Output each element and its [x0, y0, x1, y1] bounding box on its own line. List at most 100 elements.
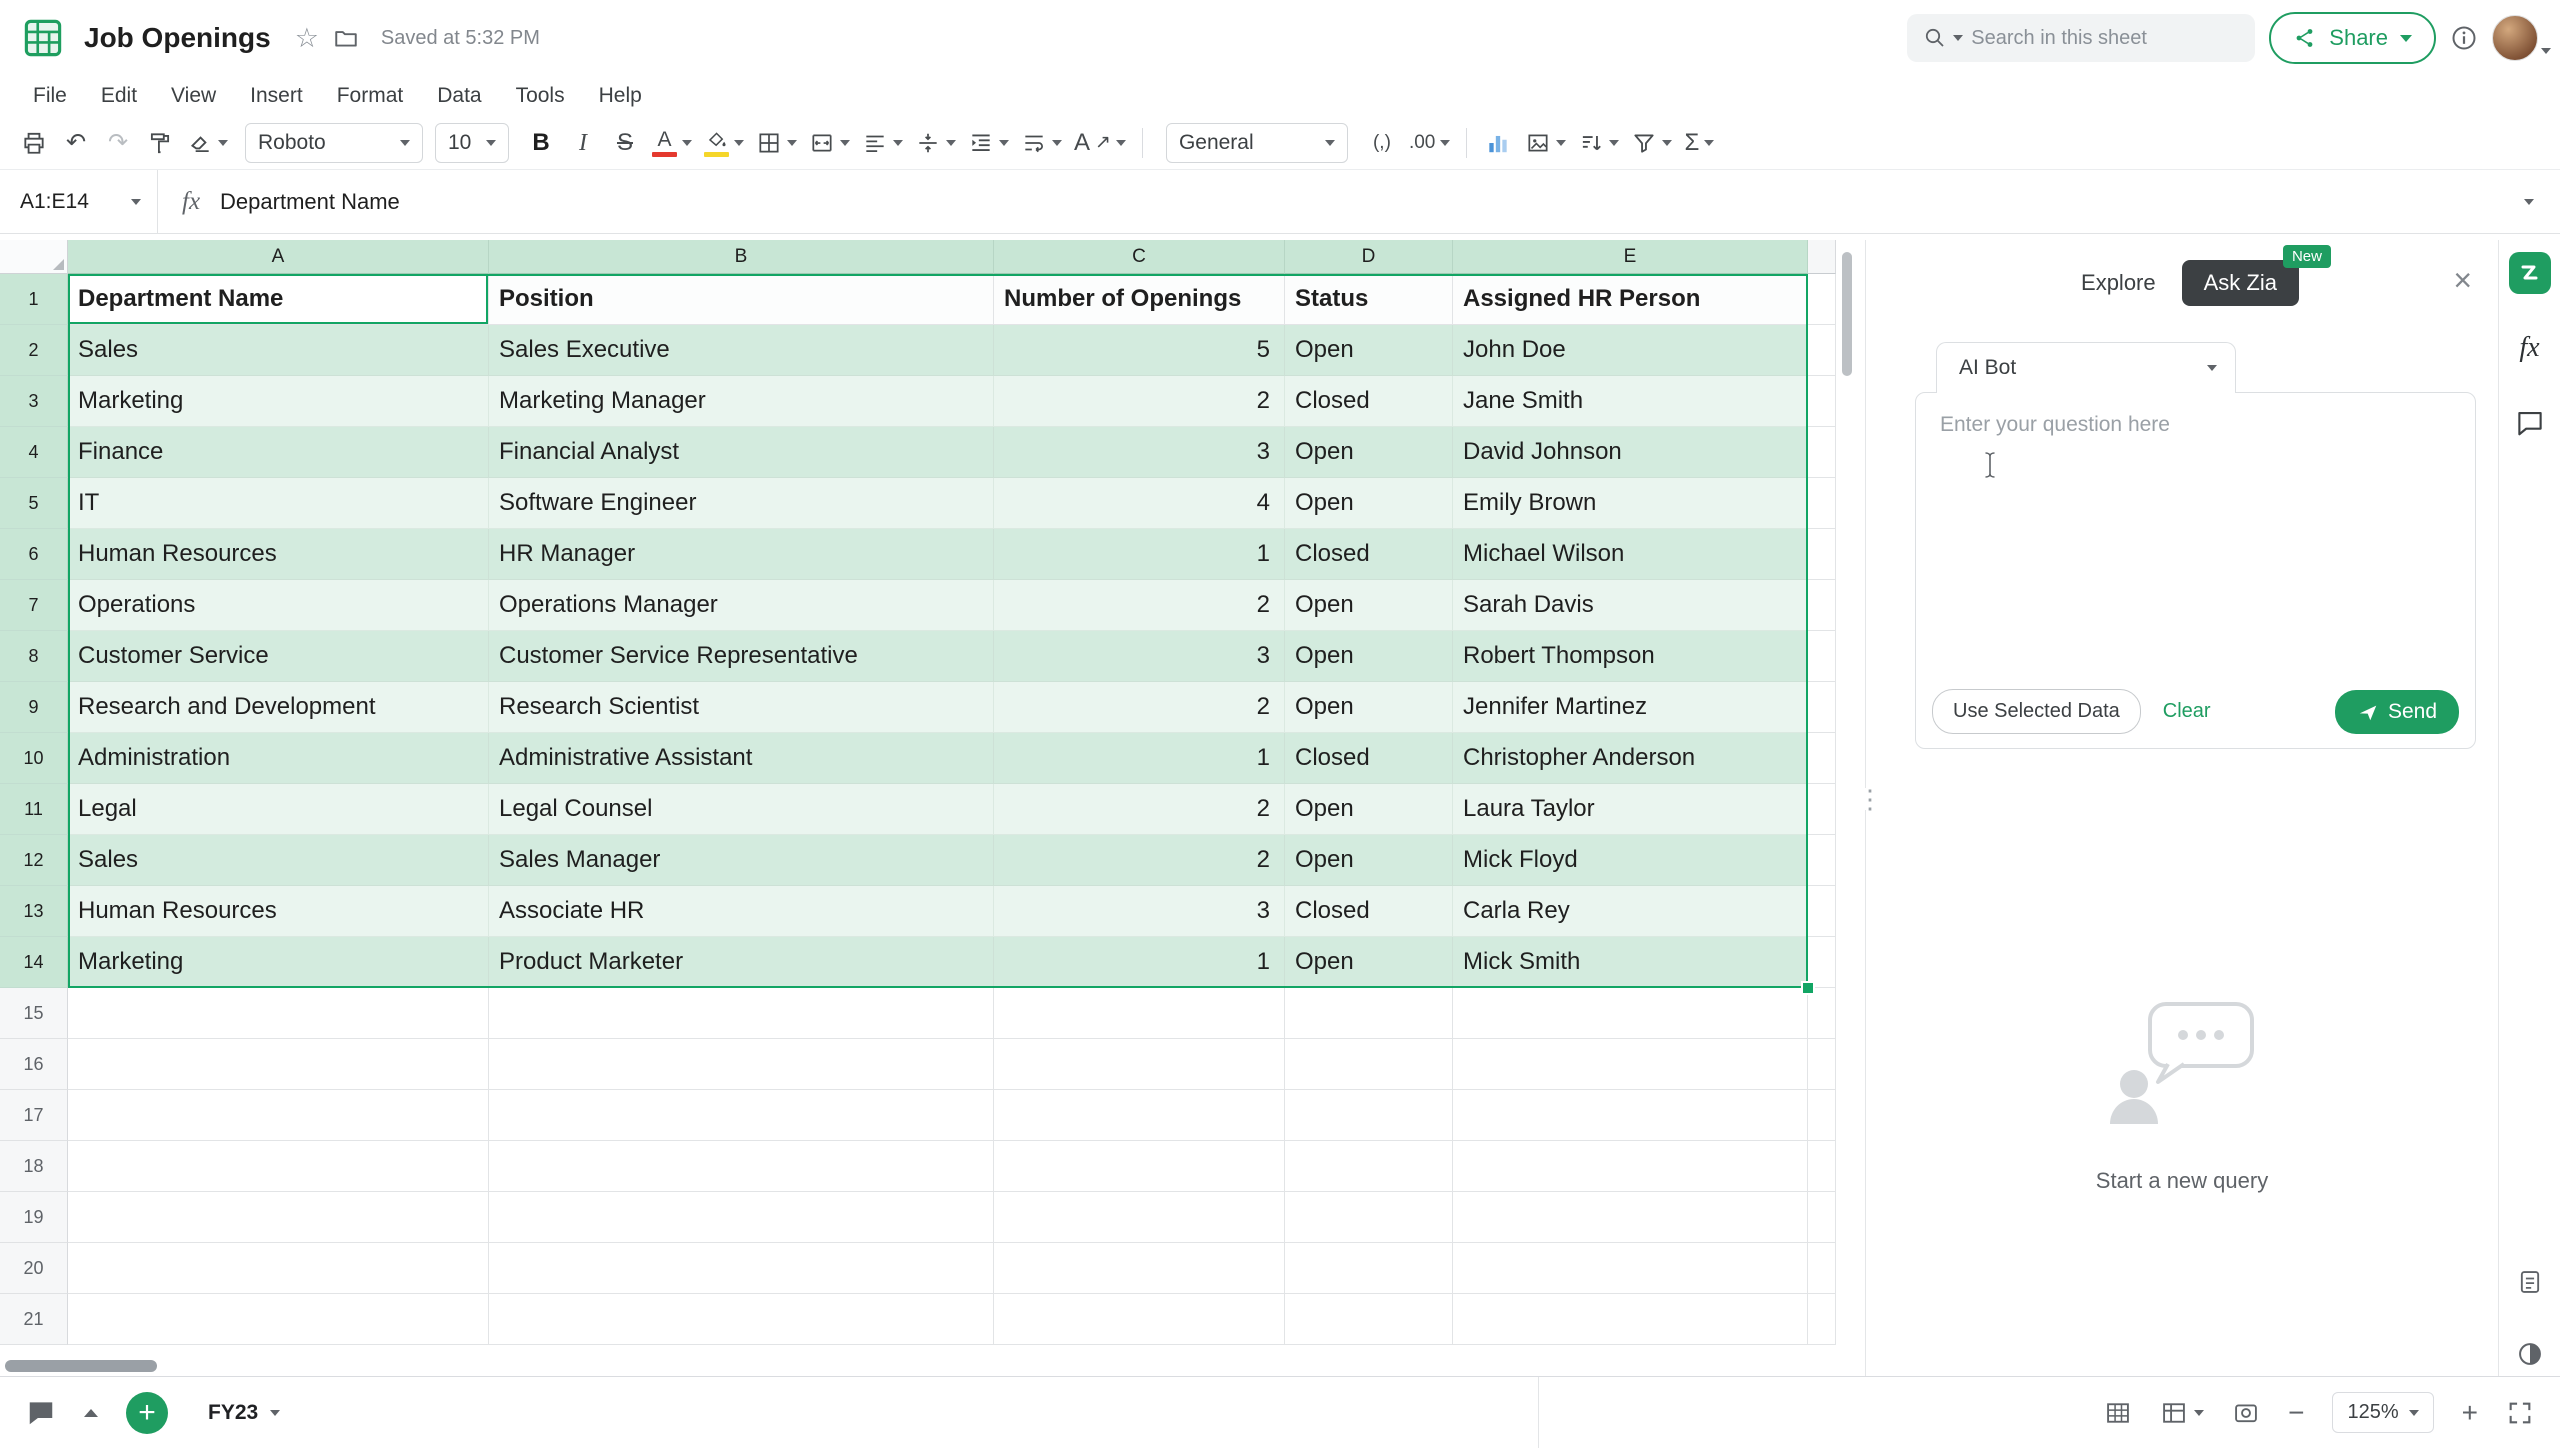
cell-C13[interactable]: 3 — [994, 886, 1285, 937]
cell-B14[interactable]: Product Marketer — [489, 937, 994, 988]
cell-D14[interactable]: Open — [1285, 937, 1453, 988]
row-header-5[interactable]: 5 — [0, 478, 68, 529]
freeze-panes-icon[interactable] — [2160, 1399, 2204, 1427]
cell-C8[interactable]: 3 — [994, 631, 1285, 682]
cell-A11[interactable]: Legal — [68, 784, 489, 835]
document-title[interactable]: Job Openings — [84, 22, 271, 54]
cell-F15[interactable] — [1808, 988, 1836, 1039]
snapshot-icon[interactable] — [2232, 1399, 2260, 1427]
grid-view-icon[interactable] — [2104, 1399, 2132, 1427]
cell-C6[interactable]: 1 — [994, 529, 1285, 580]
cell-E11[interactable]: Laura Taylor — [1453, 784, 1808, 835]
row-header-2[interactable]: 2 — [0, 325, 68, 376]
sheet-search-box[interactable] — [1907, 14, 2255, 62]
tab-ask-zia[interactable]: Ask Zia New — [2182, 260, 2299, 306]
query-input-card[interactable]: Enter your question here Use Selected Da… — [1915, 392, 2476, 749]
cell-C17[interactable] — [994, 1090, 1285, 1141]
cell-E9[interactable]: Jennifer Martinez — [1453, 682, 1808, 733]
cell-C2[interactable]: 5 — [994, 325, 1285, 376]
row-header-14[interactable]: 14 — [0, 937, 68, 988]
cell-F5[interactable] — [1808, 478, 1836, 529]
paint-format-button[interactable] — [140, 122, 180, 164]
cell-D21[interactable] — [1285, 1294, 1453, 1345]
cell-E21[interactable] — [1453, 1294, 1808, 1345]
cell-F6[interactable] — [1808, 529, 1836, 580]
menu-edit[interactable]: Edit — [84, 78, 154, 114]
name-box[interactable]: A1:E14 — [0, 170, 158, 233]
cell-A9[interactable]: Research and Development — [68, 682, 489, 733]
ai-bot-selector[interactable]: AI Bot — [1936, 342, 2236, 393]
cell-D6[interactable]: Closed — [1285, 529, 1453, 580]
menu-data[interactable]: Data — [420, 78, 498, 114]
insert-image-button[interactable] — [1520, 122, 1571, 164]
thousands-separator-button[interactable]: (,) — [1362, 122, 1402, 164]
cell-F8[interactable] — [1808, 631, 1836, 682]
horizontal-align-button[interactable] — [857, 122, 908, 164]
italic-button[interactable]: I — [563, 122, 603, 164]
functions-button[interactable]: Σ — [1679, 122, 1719, 164]
favorite-star-icon[interactable]: ☆ — [295, 23, 319, 54]
cell-E1[interactable]: Assigned HR Person — [1453, 274, 1808, 325]
cell-C11[interactable]: 2 — [994, 784, 1285, 835]
text-rotation-button[interactable]: A ↗ — [1069, 122, 1131, 164]
row-header-11[interactable]: 11 — [0, 784, 68, 835]
menu-format[interactable]: Format — [320, 78, 421, 114]
print-button[interactable] — [14, 122, 54, 164]
cell-F19[interactable] — [1808, 1192, 1836, 1243]
cell-A8[interactable]: Customer Service — [68, 631, 489, 682]
vertical-scrollbar[interactable] — [1842, 252, 1852, 376]
cell-F1[interactable] — [1808, 274, 1836, 325]
cell-C10[interactable]: 1 — [994, 733, 1285, 784]
cell-B3[interactable]: Marketing Manager — [489, 376, 994, 427]
column-header-e[interactable]: E — [1453, 240, 1808, 274]
cell-E10[interactable]: Christopher Anderson — [1453, 733, 1808, 784]
cell-F9[interactable] — [1808, 682, 1836, 733]
cell-E8[interactable]: Robert Thompson — [1453, 631, 1808, 682]
clear-format-button[interactable] — [182, 122, 233, 164]
cell-E15[interactable] — [1453, 988, 1808, 1039]
cell-A6[interactable]: Human Resources — [68, 529, 489, 580]
cell-A20[interactable] — [68, 1243, 489, 1294]
column-header-a[interactable]: A — [68, 240, 489, 274]
row-header-8[interactable]: 8 — [0, 631, 68, 682]
cell-A3[interactable]: Marketing — [68, 376, 489, 427]
cell-D12[interactable]: Open — [1285, 835, 1453, 886]
borders-button[interactable] — [751, 122, 802, 164]
cell-E18[interactable] — [1453, 1141, 1808, 1192]
use-selected-data-button[interactable]: Use Selected Data — [1932, 689, 2141, 734]
cell-A15[interactable] — [68, 988, 489, 1039]
zoom-out-button[interactable]: − — [2288, 1399, 2304, 1427]
selection-fill-handle[interactable] — [1801, 981, 1815, 995]
comments-panel-icon[interactable] — [2499, 408, 2560, 438]
info-icon[interactable] — [2450, 24, 2478, 52]
cell-F11[interactable] — [1808, 784, 1836, 835]
fill-color-button[interactable] — [699, 122, 749, 164]
cell-E6[interactable]: Michael Wilson — [1453, 529, 1808, 580]
cell-A19[interactable] — [68, 1192, 489, 1243]
menu-file[interactable]: File — [16, 78, 84, 114]
share-button[interactable]: Share — [2269, 12, 2436, 64]
row-header-3[interactable]: 3 — [0, 376, 68, 427]
panel-close-icon[interactable]: × — [2453, 264, 2472, 296]
column-header-c[interactable]: C — [994, 240, 1285, 274]
cell-B4[interactable]: Financial Analyst — [489, 427, 994, 478]
font-size-select[interactable]: 10 — [435, 123, 509, 163]
cell-B2[interactable]: Sales Executive — [489, 325, 994, 376]
select-all-corner[interactable] — [0, 240, 68, 274]
cell-D10[interactable]: Closed — [1285, 733, 1453, 784]
cell-C7[interactable]: 2 — [994, 580, 1285, 631]
vertical-align-button[interactable] — [910, 122, 961, 164]
cell-B15[interactable] — [489, 988, 994, 1039]
row-header-15[interactable]: 15 — [0, 988, 68, 1039]
cell-C3[interactable]: 2 — [994, 376, 1285, 427]
cell-E17[interactable] — [1453, 1090, 1808, 1141]
row-header-17[interactable]: 17 — [0, 1090, 68, 1141]
cell-B13[interactable]: Associate HR — [489, 886, 994, 937]
cell-F7[interactable] — [1808, 580, 1836, 631]
cell-F10[interactable] — [1808, 733, 1836, 784]
add-sheet-button[interactable]: + — [126, 1392, 168, 1434]
menu-insert[interactable]: Insert — [233, 78, 320, 114]
search-input[interactable] — [1969, 26, 2219, 51]
cell-B9[interactable]: Research Scientist — [489, 682, 994, 733]
cell-C14[interactable]: 1 — [994, 937, 1285, 988]
